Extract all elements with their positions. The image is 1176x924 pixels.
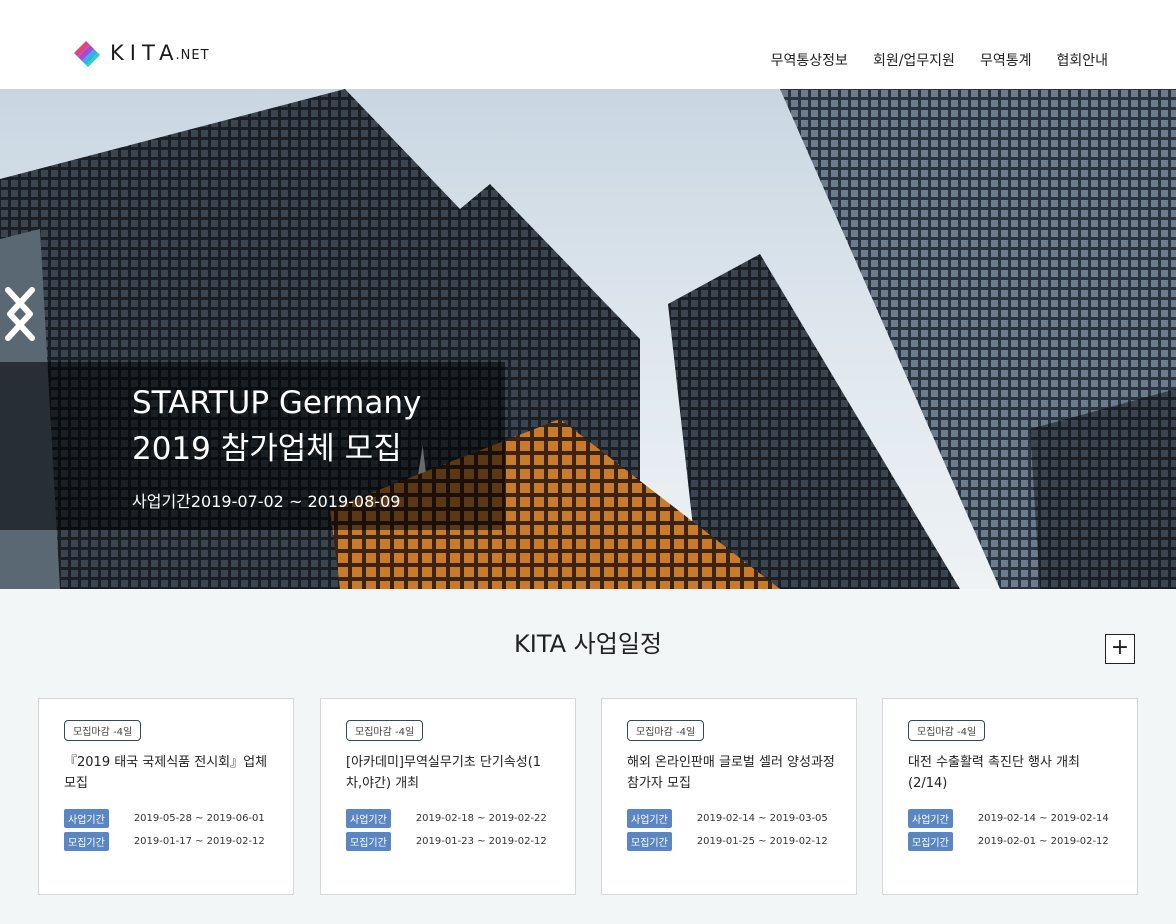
recruit-period-row: 모집기간 2019-01-23 ~ 2019-02-12 (346, 832, 547, 851)
card-title[interactable]: [아카데미]무역실무기초 단기속성(1차,야간) 개최 (346, 752, 556, 794)
hero-banner (0, 89, 1176, 589)
schedule-title: KITA 사업일정 (514, 630, 662, 658)
site-header: KITA .NET 무역통상정보 회원/업무지원 무역통계 협회안내 (0, 0, 1176, 89)
card-title[interactable]: 해외 온라인판매 글로벌 셀러 양성과정 참가자 모집 (627, 752, 837, 794)
business-period-row: 사업기간 2019-02-18 ~ 2019-02-22 (346, 809, 547, 828)
logo-suffix: .NET (175, 47, 210, 63)
kita-logo[interactable]: KITA .NET (70, 38, 210, 68)
business-period-row: 사업기간 2019-02-14 ~ 2019-02-14 (908, 809, 1109, 828)
deadline-badge: 모집마감 -4일 (627, 720, 705, 741)
hero-title-line1: STARTUP Germany (132, 385, 422, 421)
schedule-more-button[interactable]: + (1105, 634, 1135, 664)
recruit-period-value: 2019-01-25 ~ 2019-02-12 (696, 836, 828, 847)
business-period-value: 2019-02-14 ~ 2019-03-05 (696, 813, 828, 824)
business-period-label: 사업기간 (64, 809, 109, 828)
logo-text: KITA (110, 41, 180, 65)
recruit-period-row: 모집기간 2019-01-17 ~ 2019-02-12 (64, 832, 265, 851)
schedule-card[interactable]: 모집마감 -4일 [아카데미]무역실무기초 단기속성(1차,야간) 개최 사업기… (320, 698, 576, 895)
schedule-card[interactable]: 모집마감 -4일 대전 수출활력 촉진단 행사 개최(2/14) 사업기간 20… (882, 698, 1138, 895)
main-nav: 무역통상정보 회원/업무지원 무역통계 협회안내 (771, 50, 1108, 70)
nav-trade-info[interactable]: 무역통상정보 (771, 50, 848, 70)
hero-period: 사업기간2019-07-02 ~ 2019-08-09 (132, 492, 401, 511)
hero-title-line2: 2019 참가업체 모집 (132, 431, 402, 467)
recruit-period-label: 모집기간 (64, 832, 109, 851)
recruit-period-label: 모집기간 (346, 832, 391, 851)
card-title[interactable]: 대전 수출활력 촉진단 행사 개최(2/14) (908, 752, 1118, 794)
slider-next-arrow-icon[interactable] (0, 284, 40, 344)
nav-member-support[interactable]: 회원/업무지원 (873, 50, 955, 70)
card-title[interactable]: 『2019 태국 국제식품 전시회』업체모집 (64, 752, 274, 794)
business-period-label: 사업기간 (908, 809, 953, 828)
deadline-badge: 모집마감 -4일 (908, 720, 986, 741)
recruit-period-label: 모집기간 (627, 832, 672, 851)
recruit-period-row: 모집기간 2019-02-01 ~ 2019-02-12 (908, 832, 1109, 851)
deadline-badge: 모집마감 -4일 (64, 720, 142, 741)
nav-trade-stats[interactable]: 무역통계 (980, 50, 1032, 70)
business-period-row: 사업기간 2019-02-14 ~ 2019-03-05 (627, 809, 828, 828)
nav-about[interactable]: 협회안내 (1056, 50, 1108, 70)
recruit-period-value: 2019-01-17 ~ 2019-02-12 (133, 836, 265, 847)
business-period-value: 2019-02-14 ~ 2019-02-14 (977, 813, 1109, 824)
business-period-label: 사업기간 (627, 809, 672, 828)
business-period-value: 2019-02-18 ~ 2019-02-22 (415, 813, 547, 824)
recruit-period-label: 모집기간 (908, 832, 953, 851)
kita-logo-icon (74, 41, 100, 67)
deadline-badge: 모집마감 -4일 (346, 720, 424, 741)
business-period-label: 사업기간 (346, 809, 391, 828)
recruit-period-row: 모집기간 2019-01-25 ~ 2019-02-12 (627, 832, 828, 851)
recruit-period-value: 2019-01-23 ~ 2019-02-12 (415, 836, 547, 847)
recruit-period-value: 2019-02-01 ~ 2019-02-12 (977, 836, 1109, 847)
business-period-row: 사업기간 2019-05-28 ~ 2019-06-01 (64, 809, 265, 828)
schedule-card[interactable]: 모집마감 -4일 『2019 태국 국제식품 전시회』업체모집 사업기간 201… (38, 698, 294, 895)
business-period-value: 2019-05-28 ~ 2019-06-01 (133, 813, 265, 824)
hero-title[interactable]: STARTUP Germany 2019 참가업체 모집 (132, 380, 532, 472)
schedule-card[interactable]: 모집마감 -4일 해외 온라인판매 글로벌 셀러 양성과정 참가자 모집 사업기… (601, 698, 857, 895)
